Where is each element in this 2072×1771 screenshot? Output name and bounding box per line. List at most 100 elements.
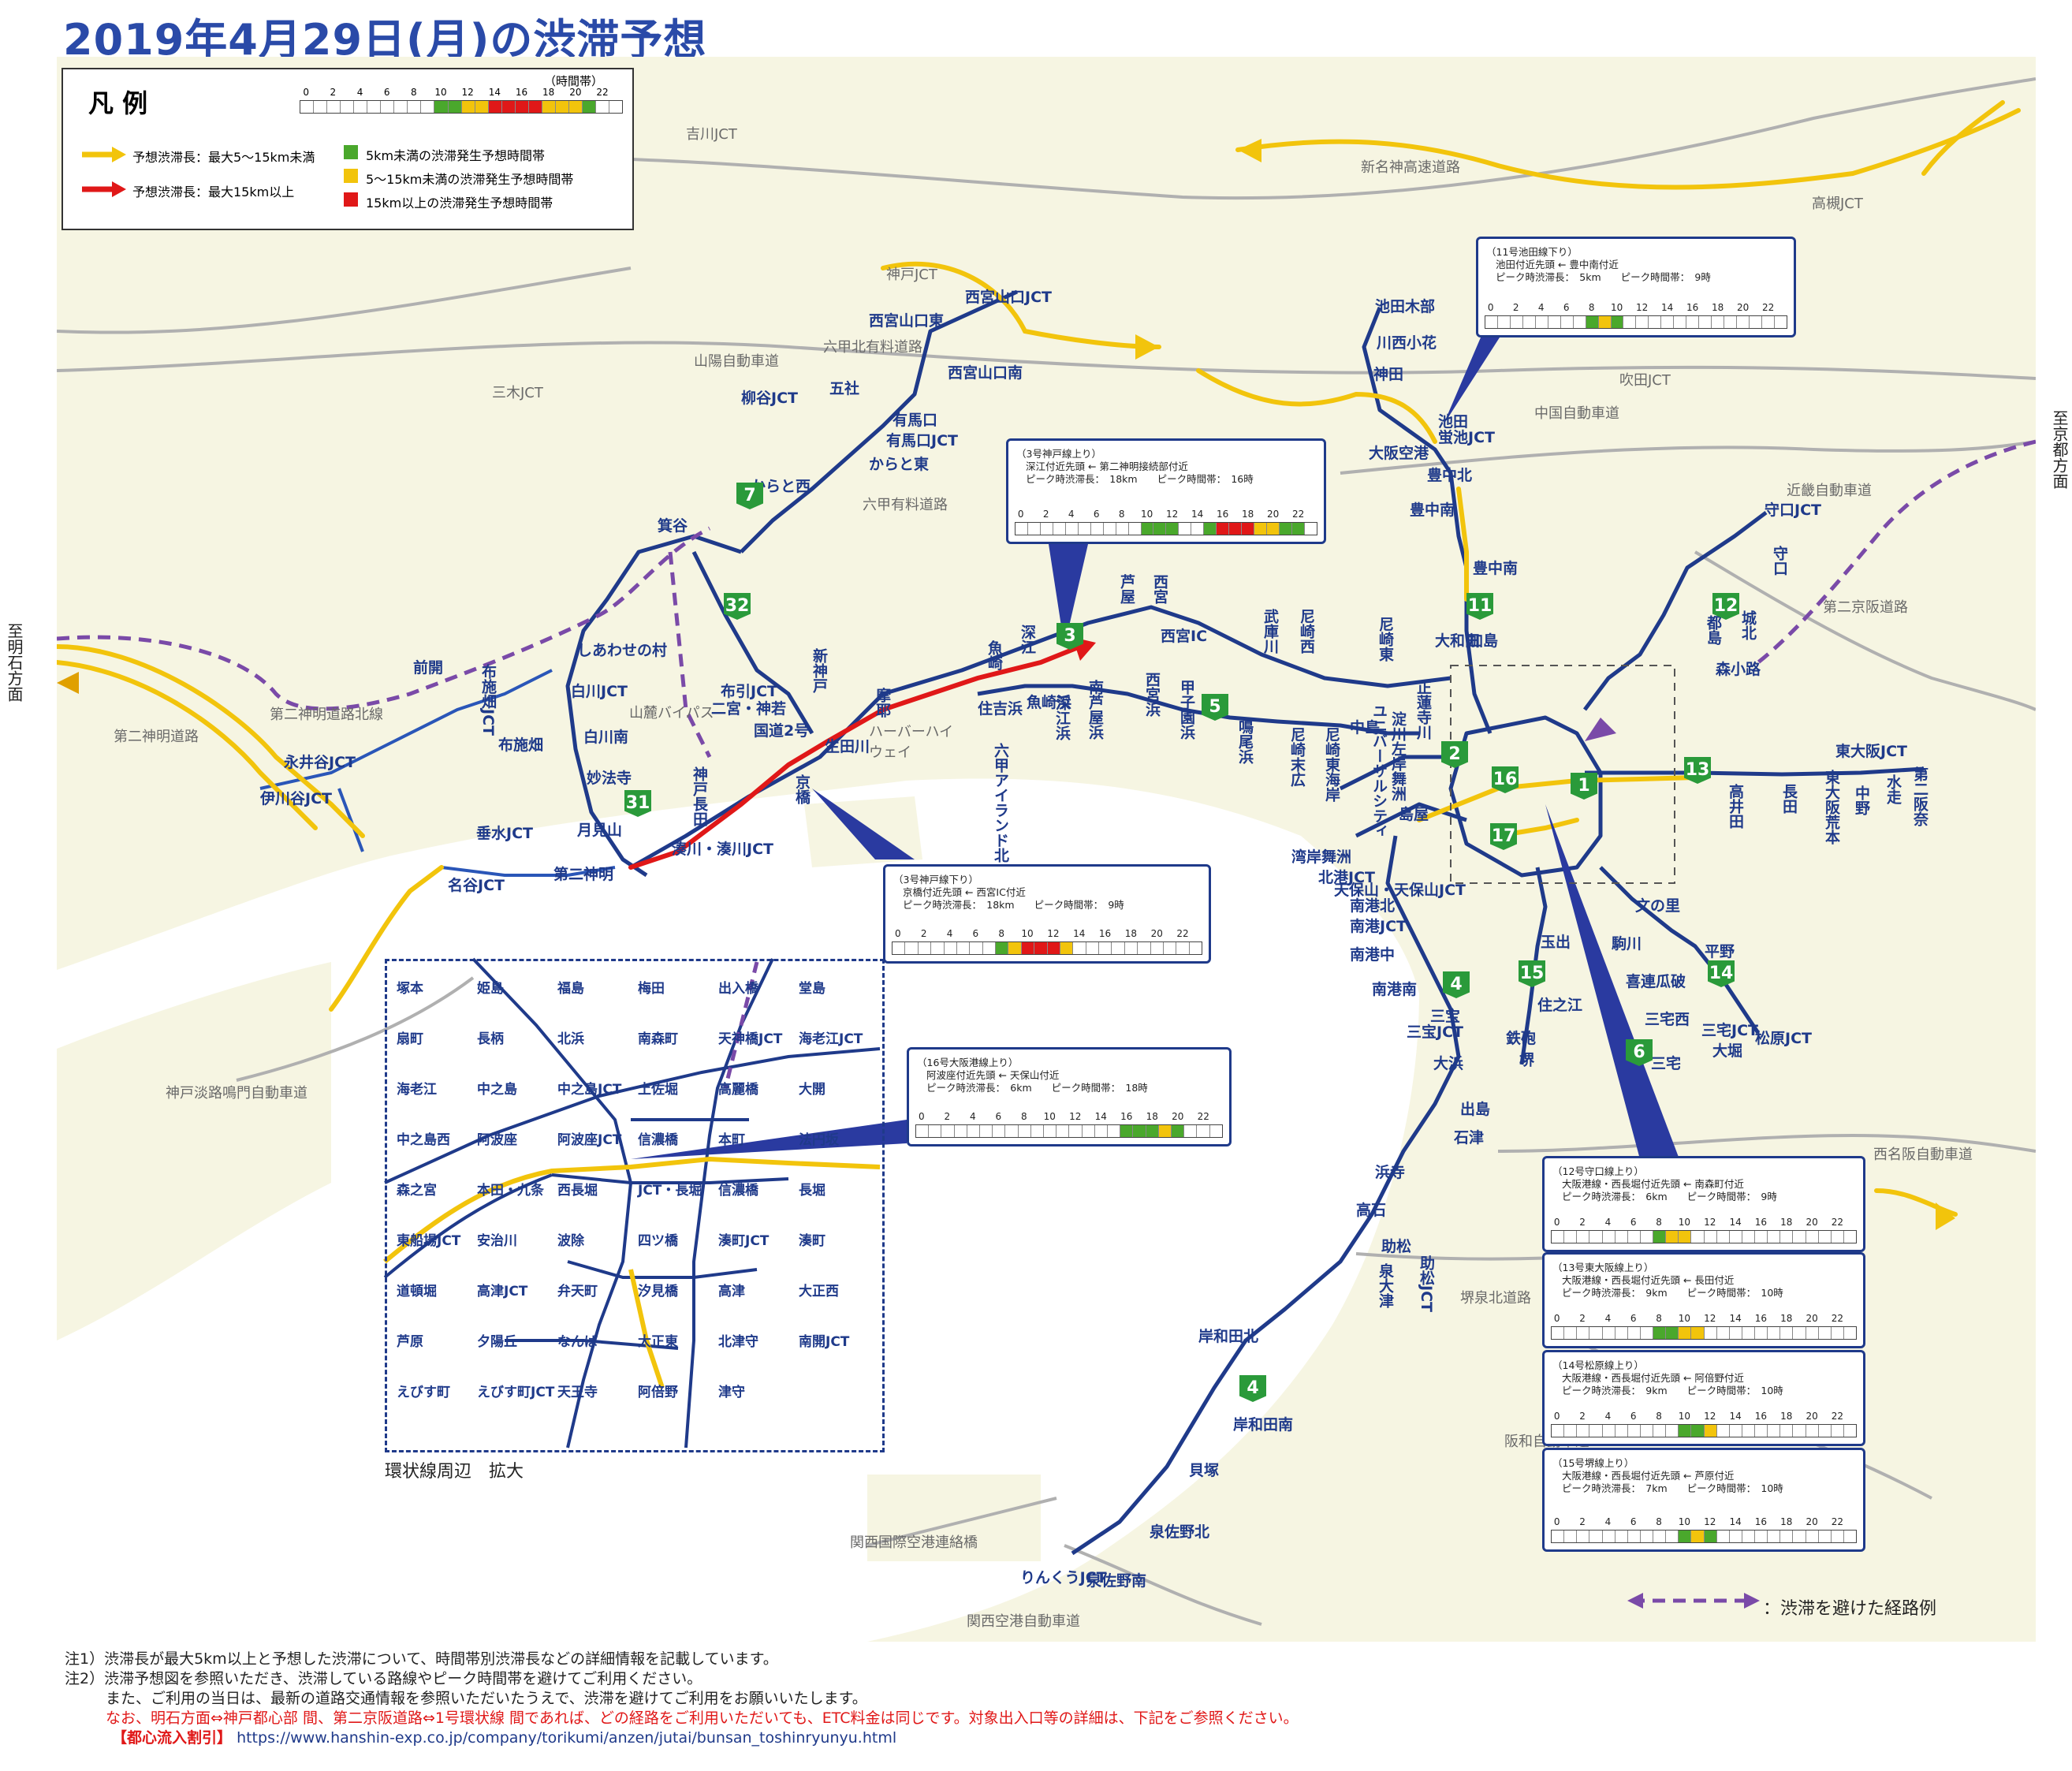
label-takaishi: 高石: [1356, 1202, 1387, 1219]
legend-hour-20: 20: [569, 87, 582, 98]
forecast-kobe_down-slot-18: [1124, 942, 1138, 954]
forecast-moriguchi-hour-14: 14: [1729, 1217, 1742, 1228]
road-yoshikawa-jct: 吉川JCT: [686, 126, 737, 143]
forecast-ikeda-slot-18: [1712, 316, 1725, 328]
enlarge-station-label: 高津: [718, 1284, 745, 1299]
enlarge-station-label: 芦原: [397, 1334, 423, 1350]
forecast-kobe_down-hour-ticks: 0 2 4 6 8 10 12 14 16 18 20 22: [892, 928, 1202, 940]
label-arimaguchi-jct: 有馬口JCT: [886, 432, 958, 449]
forecast-ikeda-hour-10: 10: [1611, 302, 1623, 313]
forecast-kobe_down-hour-8: 8: [998, 928, 1005, 939]
forecast-sakai-slot-23: [1843, 1531, 1856, 1542]
label-hirano: 平野: [1705, 943, 1735, 960]
legend-slot-2: [327, 101, 341, 113]
forecast-kobe_up-slot-12: [1166, 523, 1179, 535]
label-izumisano-s: 泉佐野南: [1086, 1572, 1147, 1590]
legend-hour-0: 0: [303, 87, 310, 98]
enlarge-station-label: 中之島西: [397, 1132, 450, 1148]
forecast-osakako-slot-18: [1146, 1125, 1159, 1137]
forecast-kobe_down-slot-20: [1150, 942, 1164, 954]
legend-time-scale: 0 2 4 6 8 10 12 14 16 18 20 22: [300, 87, 623, 114]
forecast-higashi-l3: ピーク時渋滞長： 9km ピーク時間帯： 10時: [1562, 1287, 1783, 1299]
enlarge-station-label: 出入橋: [718, 981, 758, 997]
label-komagawa: 駒川: [1612, 935, 1642, 953]
forecast-ikeda-slot-6: [1560, 316, 1574, 328]
forecast-moriguchi-slot-22: [1831, 1231, 1844, 1243]
enlarge-station-label: 海老江: [397, 1082, 437, 1098]
forecast-ikeda-hour-6: 6: [1563, 302, 1570, 313]
legend-green-text: 5km未満の渋滞発生予想時間帯: [366, 148, 546, 163]
forecast-kobe_down-slot-21: [1163, 942, 1177, 954]
label-ishizu: 石津: [1454, 1129, 1485, 1146]
enlarge-station-label: 梅田: [638, 981, 665, 997]
forecast-moriguchi-slot-18: [1780, 1231, 1794, 1243]
forecast-higashi-hour-22: 22: [1831, 1313, 1844, 1324]
forecast-osakako-slot-19: [1158, 1125, 1172, 1137]
forecast-osakako-slot-9: [1030, 1125, 1045, 1137]
road-nishi-meihan: 西名阪自動車道: [1873, 1146, 1973, 1163]
label-nishinomiya-yamaguchi-e: 西宮山口東: [869, 312, 945, 330]
footnotes: 注1）渋滞長が最大5km以上と予想した渋滞について、時間帯別渋滞長などの詳細情報…: [65, 1650, 1299, 1748]
forecast-ikeda-slot-17: [1699, 316, 1712, 328]
forecast-moriguchi-l3: ピーク時渋滞長： 6km ピーク時間帯： 9時: [1562, 1191, 1777, 1202]
forecast-higashi-slot-9: [1666, 1327, 1679, 1339]
forecast-sakai-scale: 0 2 4 6 8 10 12 14 16 18 20 22: [1551, 1516, 1857, 1543]
label-meitani-jct: 名谷JCT: [448, 877, 505, 894]
forecast-kobe_down-slot-14: [1073, 942, 1086, 954]
forecast-higashi-slot-22: [1831, 1327, 1844, 1339]
label-morishoji: 森小路: [1716, 661, 1761, 678]
enlarge-station-label: えびす町JCT: [477, 1385, 555, 1400]
forecast-osakako-slot-20: [1172, 1125, 1185, 1137]
forecast-kobe_down-hour-16: 16: [1098, 928, 1112, 939]
label-ikeda-kibe: 池田木部: [1375, 298, 1436, 315]
enlarge-station-label: 南森町: [638, 1031, 678, 1047]
forecast-ikeda-hour-18: 18: [1712, 302, 1724, 313]
enlarge-station-label: 長堀: [799, 1183, 825, 1199]
note-3: また、ご利用の当日は、最新の道路交通情報を参照いただいたうえで、渋滞を避けてご利…: [106, 1690, 867, 1707]
enlarge-station-label: 信濃橋: [638, 1132, 678, 1148]
forecast-higashi-slot-8: [1653, 1327, 1667, 1339]
forecast-sakai-hour-20: 20: [1806, 1516, 1818, 1527]
forecast-sakai-slot-13: [1716, 1531, 1730, 1542]
forecast-kobe_down-hour-2: 2: [920, 928, 927, 939]
label-daini-shinmei: 第二神明: [553, 866, 614, 883]
label-amagasaki-suehiro: 尼崎末広: [1288, 727, 1306, 787]
forecast-kobe_up-hour-16: 16: [1217, 509, 1229, 520]
label-shirakawa-s: 白川南: [583, 729, 629, 746]
forecast-kobe_up-hour-6: 6: [1093, 509, 1100, 520]
forecast-kobe_down-slot-0: [893, 942, 906, 954]
forecast-higashi-slot-0: [1552, 1327, 1565, 1339]
enlarge-station-label: 土佐堀: [638, 1082, 678, 1098]
legend-hour-22: 22: [596, 87, 609, 98]
forecast-sakai-slot-0: [1552, 1531, 1565, 1542]
forecast-ikeda-slot-1: [1497, 316, 1511, 328]
forecast-higashi-hour-4: 4: [1604, 1313, 1612, 1324]
forecast-kobe_up-slot-8: [1116, 523, 1129, 535]
forecast-osakako-slot-2: [941, 1125, 955, 1137]
detour-legend-sample: [1627, 1593, 1760, 1609]
forecast-sakai-slot-20: [1806, 1531, 1819, 1542]
label-ashiya: 芦屋: [1118, 574, 1135, 604]
legend-slot-21: [582, 101, 597, 113]
forecast-sakai-hour-14: 14: [1729, 1516, 1742, 1527]
forecast-ikeda-slot-21: [1750, 316, 1762, 328]
label-bunnosato: 文の里: [1635, 897, 1681, 915]
enlarge-station-label: 中之島JCT: [557, 1082, 622, 1098]
enlarge-station-label: JCT・長堀: [638, 1183, 702, 1199]
label-jo-hoku: 城北: [1739, 610, 1757, 640]
forecast-matsubara-slot-18: [1780, 1425, 1794, 1437]
forecast-higashi-slot-23: [1843, 1327, 1856, 1339]
forecast-kobe_down-l3: ピーク時渋滞長： 18km ピーク時間帯： 9時: [903, 899, 1124, 911]
enlarge-station-label: えびす町: [397, 1385, 450, 1400]
forecast-higashi-slot-17: [1768, 1327, 1781, 1339]
forecast-sakai-slot-12: [1704, 1531, 1717, 1542]
forecast-kobe_up-slot-19: [1254, 523, 1268, 535]
forecast-matsubara-slot-23: [1843, 1425, 1856, 1437]
label-sukematsu-jct: 助松JCT: [1418, 1255, 1435, 1312]
enlarge-station-label: 堂島: [799, 981, 825, 997]
forecast-moriguchi-slot-3: [1589, 1231, 1603, 1243]
discount-url-link[interactable]: https://www.hanshin-exp.co.jp/company/to…: [237, 1729, 896, 1747]
forecast-kobe_up-slot-22: [1291, 523, 1305, 535]
label-nagaiya-jct: 永井谷JCT: [284, 754, 356, 771]
label-ohama: 大浜: [1433, 1055, 1464, 1072]
